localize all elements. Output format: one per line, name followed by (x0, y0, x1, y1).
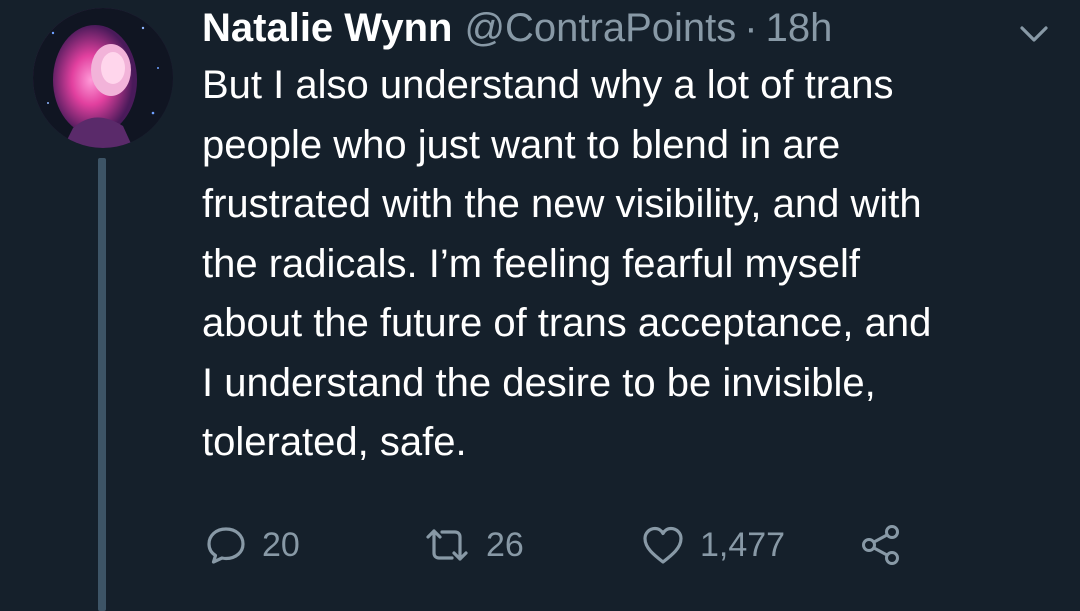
retweet-arrows-icon (422, 523, 472, 567)
author-handle[interactable]: @ContraPoints (464, 6, 736, 51)
chevron-down-icon[interactable] (1014, 14, 1054, 54)
tweet-text-line: the radicals. I’m feeling fearful myself (202, 241, 861, 286)
tweet[interactable]: Natalie Wynn @ContraPoints · 18h But I a… (0, 0, 1080, 611)
tweet-text-line: about the future of trans acceptance, an… (202, 301, 932, 345)
like-button[interactable]: 1,477 (640, 522, 785, 568)
tweet-text-line: tolerated, safe. (202, 420, 467, 464)
avatar-image (33, 8, 173, 148)
avatar[interactable] (33, 8, 173, 148)
retweet-button[interactable]: 26 (422, 522, 524, 568)
tweet-header: Natalie Wynn @ContraPoints · 18h (202, 2, 832, 54)
tweet-actions: 20 26 1,477 (0, 522, 1080, 568)
reply-button[interactable]: 20 (204, 522, 300, 568)
share-nodes-icon (858, 523, 904, 567)
tweet-text-line: frustrated with the new visibility, and … (202, 182, 922, 226)
tweet-text-line: But I also understand why a lot of trans (202, 63, 894, 107)
tweet-timestamp[interactable]: 18h (766, 6, 833, 51)
tweet-text-line: people who just want to blend in are (202, 122, 841, 167)
like-count: 1,477 (700, 525, 786, 564)
reply-count: 20 (262, 525, 300, 564)
share-button[interactable] (858, 522, 904, 568)
tweet-text: But I also understand why a lot of trans… (202, 56, 1062, 473)
separator-dot: · (744, 5, 758, 50)
tweet-text-line: I understand the desire to be invisible, (202, 360, 876, 405)
retweet-count: 26 (486, 525, 524, 564)
speech-bubble-icon (204, 523, 248, 567)
author-name[interactable]: Natalie Wynn (202, 6, 452, 51)
heart-outline-icon (640, 523, 686, 567)
